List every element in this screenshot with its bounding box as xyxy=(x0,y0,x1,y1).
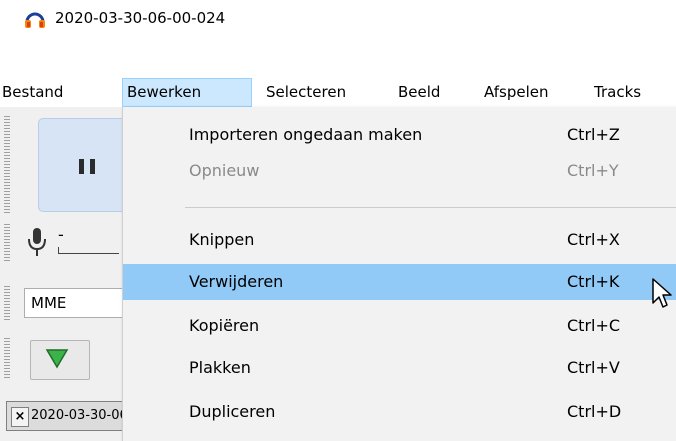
menu-separator xyxy=(185,207,676,208)
menu-item-label: Importeren ongedaan maken xyxy=(189,125,423,144)
mouse-cursor-icon xyxy=(652,278,672,308)
menu-item-shortcut: Ctrl+D xyxy=(567,402,622,421)
menu-selecteren[interactable]: Selecteren xyxy=(266,78,346,107)
play-triangle-icon xyxy=(45,349,69,369)
menu-item-copy[interactable]: Kopiëren Ctrl+C xyxy=(123,308,676,344)
menu-item-label: Kopiëren xyxy=(189,316,260,335)
play-button[interactable] xyxy=(30,340,90,380)
edit-menu-dropdown: Importeren ongedaan maken Ctrl+Z Opnieuw… xyxy=(122,107,676,441)
window-title: 2020-03-30-06-00-024 xyxy=(55,9,226,27)
track-tab[interactable]: × 2020-03-30-06-00-024 xyxy=(6,401,126,431)
menu-item-label: Verwijderen xyxy=(189,272,284,291)
mic-slider-label: - xyxy=(58,225,64,244)
pause-icon-bar xyxy=(90,159,95,174)
menu-beeld[interactable]: Beeld xyxy=(398,78,440,107)
menu-item-paste[interactable]: Plakken Ctrl+V xyxy=(123,350,676,386)
title-bar: 2020-03-30-06-00-024 xyxy=(0,0,676,38)
audio-host-select[interactable]: MME xyxy=(24,288,124,318)
toolbar-grip[interactable] xyxy=(4,338,10,380)
menu-item-shortcut: Ctrl+X xyxy=(567,230,620,249)
menu-item-label: Plakken xyxy=(189,358,251,377)
menu-item-redo[interactable]: Opnieuw Ctrl+Y xyxy=(123,153,676,189)
mic-volume-slider[interactable] xyxy=(58,247,119,254)
menu-item-shortcut: Ctrl+C xyxy=(567,316,621,335)
pause-icon xyxy=(79,159,84,174)
menu-bar: Bestand Bewerken Selecteren Beeld Afspel… xyxy=(0,78,676,108)
toolbar-grip[interactable] xyxy=(4,116,10,214)
menu-tracks[interactable]: Tracks xyxy=(594,78,641,107)
microphone-icon xyxy=(28,228,46,256)
menu-bewerken[interactable]: Bewerken xyxy=(122,78,252,107)
menu-item-label: Opnieuw xyxy=(189,161,260,180)
track-name: 2020-03-30-06-00-024 xyxy=(31,408,123,423)
toolbar-grip[interactable] xyxy=(4,224,10,262)
menu-item-cut[interactable]: Knippen Ctrl+X xyxy=(123,222,676,258)
close-icon[interactable]: × xyxy=(11,407,29,427)
titlebar-spacer xyxy=(0,38,676,78)
menu-afspelen[interactable]: Afspelen xyxy=(484,78,548,107)
menu-item-delete[interactable]: Verwijderen Ctrl+K xyxy=(123,264,676,300)
headphones-icon xyxy=(25,12,45,28)
menu-item-shortcut: Ctrl+Z xyxy=(567,125,620,144)
menu-item-shortcut: Ctrl+K xyxy=(567,272,620,291)
menu-item-label: Knippen xyxy=(189,230,255,249)
menu-item-undo-import[interactable]: Importeren ongedaan maken Ctrl+Z xyxy=(123,117,676,153)
menu-item-duplicate[interactable]: Dupliceren Ctrl+D xyxy=(123,394,676,430)
pause-button[interactable] xyxy=(38,118,130,212)
menu-bestand[interactable]: Bestand xyxy=(2,78,63,107)
menu-item-shortcut: Ctrl+V xyxy=(567,358,620,377)
menu-item-label: Dupliceren xyxy=(189,402,276,421)
menu-item-shortcut: Ctrl+Y xyxy=(567,161,619,180)
toolbar-grip[interactable] xyxy=(4,286,10,320)
